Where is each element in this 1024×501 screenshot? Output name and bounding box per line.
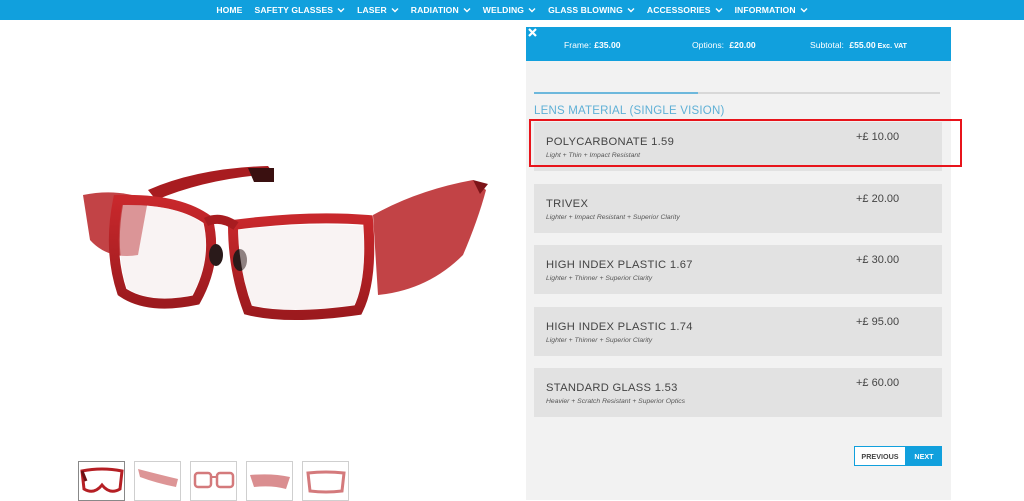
nav-label: SAFETY GLASSES (254, 5, 334, 15)
nav-label: WELDING (482, 5, 525, 15)
option-desc: Light + Thin + Impact Resistant (546, 152, 641, 159)
product-image (78, 160, 488, 335)
chevron-down-icon (463, 6, 471, 14)
previous-button[interactable]: PREVIOUS (854, 446, 906, 466)
lens-option-polycarbonate[interactable]: POLYCARBONATE 1.59 Light + Thin + Impact… (534, 122, 942, 171)
chevron-down-icon (627, 6, 635, 14)
lens-option-standard-glass[interactable]: STANDARD GLASS 1.53 Heavier + Scratch Re… (534, 368, 942, 417)
nav-item-home[interactable]: HOME (210, 0, 248, 20)
nav-label: RADIATION (410, 5, 459, 15)
nav-label: HOME (216, 5, 243, 15)
section-title: LENS MATERIAL (SINGLE VISION) (534, 105, 725, 117)
nav-item-radiation[interactable]: RADIATION (405, 0, 477, 20)
option-desc: Lighter + Thinner + Superior Clarity (546, 275, 653, 282)
thumbnail-2[interactable] (134, 461, 181, 501)
step-progress (534, 92, 940, 94)
option-name: STANDARD GLASS 1.53 (546, 382, 678, 394)
subtotal-price: Subtotal: £55.00 Exc. VAT (810, 40, 907, 50)
nav-item-safety-glasses[interactable]: SAFETY GLASSES (249, 0, 352, 20)
options-label: Options: (692, 40, 725, 50)
chevron-down-icon (715, 6, 723, 14)
frame-value: £35.00 (594, 40, 621, 50)
option-desc: Lighter + Impact Resistant + Superior Cl… (546, 214, 680, 221)
vat-note: Exc. VAT (877, 43, 907, 50)
option-price: +£ 10.00 (856, 131, 900, 143)
nav-label: LASER (357, 5, 387, 15)
lens-options-panel: Frame: £35.00 Options: £20.00 Subtotal: £… (526, 27, 951, 500)
option-price: +£ 20.00 (856, 193, 900, 205)
option-price: +£ 60.00 (856, 377, 900, 389)
option-name: TRIVEX (546, 198, 589, 210)
lens-option-high-index-174[interactable]: HIGH INDEX PLASTIC 1.74 Lighter + Thinne… (534, 307, 942, 356)
main-nav: HOME SAFETY GLASSES LASER RADIATION WELD… (0, 0, 1024, 20)
nav-label: GLASS BLOWING (548, 5, 623, 15)
thumbnail-4[interactable] (246, 461, 293, 501)
price-summary-bar: Frame: £35.00 Options: £20.00 Subtotal: £… (526, 27, 951, 61)
frame-price: Frame: £35.00 (564, 40, 621, 50)
next-button[interactable]: NEXT (906, 446, 942, 466)
thumbnail-3[interactable] (190, 461, 237, 501)
options-price: Options: £20.00 (692, 40, 756, 50)
chevron-down-icon (391, 6, 399, 14)
nav-label: INFORMATION (734, 5, 796, 15)
lens-option-high-index-167[interactable]: HIGH INDEX PLASTIC 1.67 Lighter + Thinne… (534, 245, 942, 294)
nav-label: ACCESSORIES (646, 5, 711, 15)
options-value: £20.00 (729, 40, 756, 50)
chevron-down-icon (337, 6, 345, 14)
option-name: HIGH INDEX PLASTIC 1.74 (546, 321, 693, 333)
option-name: POLYCARBONATE 1.59 (546, 136, 675, 148)
chevron-down-icon (800, 6, 808, 14)
chevron-down-icon (528, 6, 536, 14)
option-name: HIGH INDEX PLASTIC 1.67 (546, 259, 693, 271)
nav-item-welding[interactable]: WELDING (477, 0, 542, 20)
option-price: +£ 95.00 (856, 316, 900, 328)
option-desc: Lighter + Thinner + Superior Clarity (546, 337, 653, 344)
close-icon[interactable] (527, 27, 539, 41)
step-progress-active (534, 92, 698, 94)
thumbnail-5[interactable] (302, 461, 349, 501)
nav-item-information[interactable]: INFORMATION (729, 0, 814, 20)
nav-item-accessories[interactable]: ACCESSORIES (641, 0, 729, 20)
option-price: +£ 30.00 (856, 254, 900, 266)
nav-item-glass-blowing[interactable]: GLASS BLOWING (542, 0, 641, 20)
subtotal-label: Subtotal: (810, 40, 844, 50)
thumbnail-strip (78, 461, 349, 501)
thumbnail-1[interactable] (78, 461, 125, 501)
nav-item-laser[interactable]: LASER (351, 0, 405, 20)
frame-label: Frame: (564, 40, 592, 50)
option-desc: Heavier + Scratch Resistant + Superior O… (546, 398, 686, 405)
subtotal-value: £55.00 (849, 40, 876, 50)
lens-option-trivex[interactable]: TRIVEX Lighter + Impact Resistant + Supe… (534, 184, 942, 233)
